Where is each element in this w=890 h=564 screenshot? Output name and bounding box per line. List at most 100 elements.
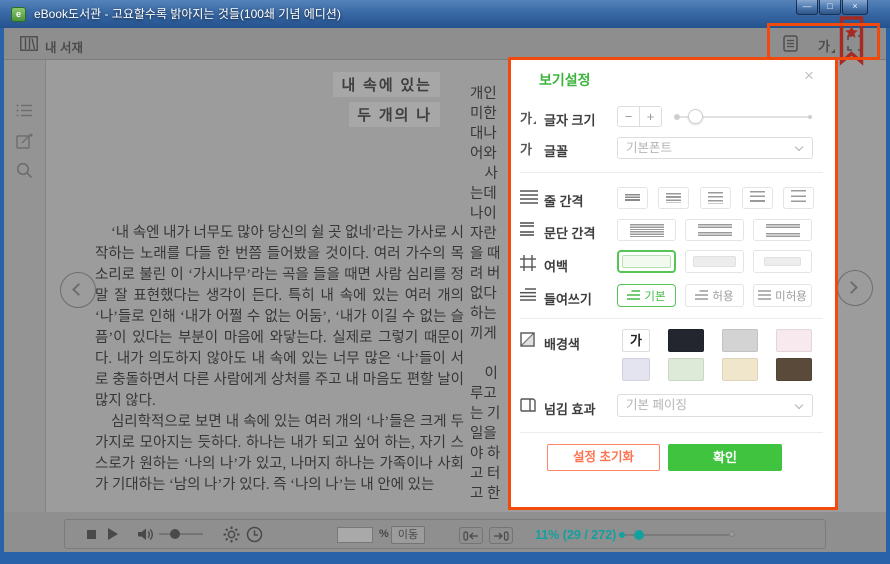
background-color-swatch[interactable] — [776, 329, 812, 352]
confirm-button[interactable]: 확인 — [668, 444, 782, 471]
skip-to-start-button[interactable] — [459, 527, 483, 544]
view-settings-panel: 보기설정 × 가 글자 크기 − + 가 글꼴 기본폰트 줄 간격 — [508, 57, 838, 510]
paragraph: 심리학적으로 보면 내 속에 있는 여러 개의 ‘나’들은 크게 두 가지로 모… — [95, 412, 464, 496]
stop-icon[interactable] — [87, 530, 96, 539]
annotation-highlight-toolbar-icons — [767, 23, 880, 60]
line-spacing-option-3[interactable] — [700, 187, 731, 209]
search-icon[interactable] — [16, 162, 33, 184]
background-color-swatch[interactable] — [722, 358, 758, 381]
margin-option-3[interactable] — [753, 250, 812, 273]
background-color-swatches — [511, 329, 835, 381]
margin-option-2[interactable] — [685, 250, 744, 273]
font-select-value: 기본폰트 — [626, 141, 672, 155]
indent-icon — [520, 288, 536, 306]
play-icon[interactable] — [108, 528, 118, 540]
window-controls: — □ × — [796, 0, 868, 15]
my-library-label: 내 서재 — [45, 37, 83, 56]
bookshelf-icon — [20, 36, 38, 56]
page-effect-value: 기본 페이징 — [626, 398, 687, 412]
volume-slider[interactable] — [159, 533, 203, 535]
line-spacing-option-1[interactable] — [617, 187, 648, 209]
line-spacing-option-5[interactable] — [783, 187, 814, 209]
next-page-button[interactable] — [837, 270, 873, 306]
page-effect-icon — [520, 397, 536, 418]
indent-option-disallow[interactable]: 미허용 — [753, 284, 812, 307]
font-size-slider-max-dot — [808, 115, 812, 119]
line-spacing-option-4[interactable] — [742, 187, 773, 209]
divider — [520, 318, 823, 319]
my-library-button[interactable]: 내 서재 — [20, 36, 83, 56]
chapter-title-line: 내 속에 있는 — [333, 72, 440, 97]
divider — [520, 432, 823, 433]
paragraph-spacing-icon — [520, 222, 538, 241]
chapter-title-line: 두 개의 나 — [349, 102, 440, 127]
left-sidebar — [4, 60, 46, 512]
titlebar: e eBook도서관 - 고요할수록 밝아지는 것들(100쇄 기념 에디션) … — [0, 0, 890, 28]
chevron-right-icon — [845, 281, 858, 294]
margin-option-1-selected[interactable] — [617, 250, 676, 273]
font-select[interactable]: 기본폰트 — [617, 137, 813, 159]
book-body-text: ‘내 속엔 내가 너무도 많아 당신의 쉴 곳 없네’라는 가사로 시작하는 노… — [95, 223, 464, 496]
background-color-swatch[interactable] — [622, 358, 650, 381]
font-size-decrease-button[interactable]: − — [618, 107, 640, 126]
paragraph-spacing-option-1[interactable] — [617, 219, 676, 241]
maximize-button[interactable]: □ — [819, 0, 841, 15]
indent-option-allow[interactable]: 허용 — [685, 284, 744, 307]
paragraph-spacing-option-2[interactable] — [685, 219, 744, 241]
speaker-icon[interactable] — [137, 526, 154, 548]
font-icon: 가 — [520, 139, 532, 158]
background-color-swatch[interactable] — [668, 358, 704, 381]
reset-settings-button[interactable]: 설정 초기화 — [547, 444, 660, 471]
background-color-swatch[interactable] — [776, 358, 812, 381]
line-spacing-icon — [520, 190, 538, 209]
page-effect-label: 넘김 효과 — [544, 399, 595, 418]
chapter-title: 내 속에 있는 두 개의 나 — [333, 72, 440, 132]
skip-to-end-button[interactable] — [489, 527, 513, 544]
font-size-label: 글자 크기 — [544, 110, 595, 129]
background-color-swatch[interactable] — [668, 329, 704, 352]
margin-icon — [520, 255, 536, 276]
volume-knob[interactable] — [170, 529, 180, 539]
panel-title: 보기설정 — [539, 70, 591, 90]
table-of-contents-icon[interactable] — [16, 103, 33, 123]
goto-button[interactable]: 이동 — [391, 526, 425, 544]
font-size-increase-button[interactable]: + — [640, 107, 661, 126]
progress-end-dot — [729, 531, 735, 537]
background-color-swatch[interactable] — [722, 329, 758, 352]
reading-progress-text: 11% (29 / 272) — [535, 528, 616, 542]
window-title: eBook도서관 - 고요할수록 밝아지는 것들(100쇄 기념 에디션) — [34, 0, 341, 28]
top-toolbar: 내 서재 가 — [4, 28, 886, 60]
app-icon: e — [11, 7, 26, 22]
prev-page-button[interactable] — [60, 272, 96, 308]
font-size-stepper: − + — [617, 106, 662, 127]
note-edit-icon[interactable] — [16, 132, 33, 154]
percent-label: % — [379, 528, 389, 540]
font-size-slider-min-dot — [674, 114, 680, 120]
gear-icon[interactable] — [223, 526, 240, 548]
line-spacing-option-2[interactable] — [658, 187, 689, 209]
paragraph-spacing-option-3[interactable] — [753, 219, 812, 241]
close-icon[interactable]: × — [804, 66, 814, 86]
clock-icon[interactable] — [246, 526, 263, 548]
chevron-down-icon — [795, 143, 803, 151]
bottom-toolbar: % 이동 11% (29 / 272) — [4, 512, 886, 552]
margin-label: 여백 — [544, 256, 568, 275]
chevron-down-icon — [795, 401, 803, 409]
close-button[interactable]: × — [842, 0, 868, 15]
paragraph-spacing-label: 문단 간격 — [544, 223, 595, 242]
indent-option-default-selected[interactable]: 기본 — [617, 284, 676, 307]
playback-control-bar: % 이동 11% (29 / 272) — [64, 519, 826, 549]
progress-knob[interactable] — [634, 530, 644, 540]
divider — [520, 172, 823, 173]
chevron-left-icon — [72, 283, 85, 296]
line-spacing-label: 줄 간격 — [544, 191, 584, 210]
font-size-icon: 가 — [520, 108, 532, 127]
paragraph: ‘내 속엔 내가 너무도 많아 당신의 쉴 곳 없네’라는 가사로 시작하는 노… — [95, 223, 464, 412]
font-label: 글꼴 — [544, 141, 568, 160]
minimize-button[interactable]: — — [796, 0, 818, 15]
progress-marker-dot — [619, 532, 625, 538]
font-size-slider-knob[interactable] — [688, 109, 703, 124]
indent-label: 들여쓰기 — [544, 289, 592, 308]
page-effect-select[interactable]: 기본 페이징 — [617, 394, 813, 417]
page-percent-input[interactable] — [337, 527, 373, 543]
